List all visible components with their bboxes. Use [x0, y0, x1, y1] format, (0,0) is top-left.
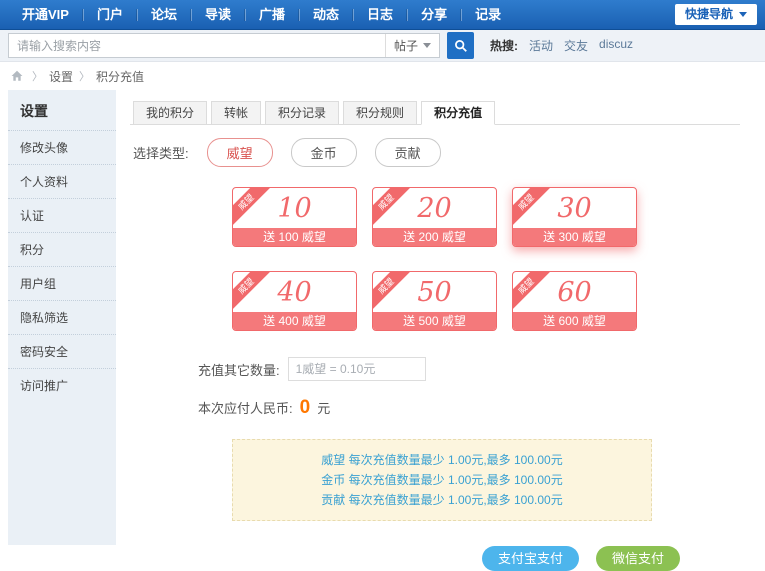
search-input[interactable] — [9, 35, 385, 56]
top-navbar: 开通VIP门户论坛导读广播动态日志分享记录 快捷导航 — [0, 0, 765, 30]
search-icon — [454, 39, 468, 53]
type-pills: 威望金币贡献 — [207, 138, 441, 167]
sidebar-item[interactable]: 访问推广 — [8, 368, 116, 402]
hot-search-link[interactable]: 交友 — [564, 37, 588, 54]
hot-search-label: 热搜: — [490, 37, 518, 54]
other-amount-row: 充值其它数量: — [198, 357, 740, 381]
breadcrumb-item: 〉 设置 — [26, 68, 73, 85]
card-bonus: 送 300 威望 — [513, 228, 636, 247]
tab[interactable]: 积分规则 — [343, 101, 417, 125]
card-bonus: 送 600 威望 — [513, 312, 636, 331]
breadcrumb-item: 〉 积分充值 — [73, 68, 144, 85]
hot-search-link[interactable]: discuz — [599, 37, 633, 54]
main-content: 我的积分转帐积分记录积分规则积分充值 选择类型: 威望金币贡献 威望 10 送 … — [116, 90, 765, 545]
amount-card[interactable]: 威望 50 送 500 威望 — [372, 271, 497, 331]
amount-card[interactable]: 威望 10 送 100 威望 — [232, 187, 357, 247]
quick-nav-button[interactable]: 快捷导航 — [675, 4, 757, 25]
nav-menu-item[interactable]: 论坛 — [137, 0, 191, 30]
search-bar: 帖子 热搜: 活动交友 discuz — [0, 30, 765, 62]
card-bonus: 送 500 威望 — [373, 312, 496, 331]
nav-menu: 开通VIP门户论坛导读广播动态日志分享记录 — [8, 0, 515, 30]
sidebar-item[interactable]: 认证 — [8, 198, 116, 232]
quick-nav-label: 快捷导航 — [685, 4, 733, 25]
nav-menu-item[interactable]: 开通VIP — [8, 0, 83, 30]
hot-search: 热搜: 活动交友 discuz — [490, 37, 633, 54]
recharge-rules-note: 威望 每次充值数量最少 1.00元,最多 100.00元金币 每次充值数量最少 … — [232, 439, 652, 521]
payment-buttons: 支付宝支付 微信支付 — [482, 546, 740, 571]
card-bonus: 送 400 威望 — [233, 312, 356, 331]
nav-menu-item[interactable]: 门户 — [83, 0, 137, 30]
wechat-pay-button[interactable]: 微信支付 — [596, 546, 680, 571]
payable-unit: 元 — [317, 398, 330, 417]
type-pill[interactable]: 威望 — [207, 138, 273, 167]
tab[interactable]: 转帐 — [211, 101, 261, 125]
rule-line: 威望 每次充值数量最少 1.00元,最多 100.00元 — [239, 450, 645, 470]
breadcrumb-separator: 〉 — [79, 68, 90, 84]
payable-amount: 0 — [300, 398, 311, 417]
amount-card[interactable]: 威望 20 送 200 威望 — [372, 187, 497, 247]
breadcrumb-items: 〉 设置 〉 积分充值 — [26, 68, 144, 85]
nav-menu-item[interactable]: 动态 — [299, 0, 353, 30]
payable-label: 本次应付人民币: — [198, 398, 293, 417]
amount-card-grid: 威望 10 送 100 威望 威望 20 送 200 威望 威望 30 送 30… — [232, 187, 637, 331]
sidebar-item[interactable]: 个人资料 — [8, 164, 116, 198]
amount-card[interactable]: 威望 30 送 300 威望 — [512, 187, 637, 247]
amount-card[interactable]: 威望 40 送 400 威望 — [232, 271, 357, 331]
rule-line: 贡献 每次充值数量最少 1.00元,最多 100.00元 — [239, 490, 645, 510]
search-box: 帖子 — [8, 33, 440, 58]
tab[interactable]: 积分记录 — [265, 101, 339, 125]
type-selector-row: 选择类型: 威望金币贡献 — [130, 138, 740, 167]
tab[interactable]: 我的积分 — [133, 101, 207, 125]
card-bonus: 送 100 威望 — [233, 228, 356, 247]
caret-down-icon — [739, 12, 747, 17]
type-selector-label: 选择类型: — [133, 143, 189, 162]
breadcrumb-separator: 〉 — [32, 68, 43, 84]
tab[interactable]: 积分充值 — [421, 101, 495, 125]
sidebar-item[interactable]: 用户组 — [8, 266, 116, 300]
nav-menu-item[interactable]: 导读 — [191, 0, 245, 30]
payable-row: 本次应付人民币: 0 元 — [198, 398, 740, 417]
nav-menu-item[interactable]: 分享 — [407, 0, 461, 30]
card-bonus: 送 200 威望 — [373, 228, 496, 247]
type-pill[interactable]: 贡献 — [375, 138, 441, 167]
search-type-select[interactable]: 帖子 — [385, 34, 439, 57]
nav-menu-item[interactable]: 广播 — [245, 0, 299, 30]
nav-menu-item[interactable]: 日志 — [353, 0, 407, 30]
sidebar-item[interactable]: 密码安全 — [8, 334, 116, 368]
breadcrumb-link[interactable]: 设置 — [49, 68, 73, 85]
rule-line: 金币 每次充值数量最少 1.00元,最多 100.00元 — [239, 470, 645, 490]
hot-search-links: 活动交友 discuz — [529, 37, 633, 54]
other-amount-label: 充值其它数量: — [198, 360, 280, 379]
type-pill[interactable]: 金币 — [291, 138, 357, 167]
sidebar-title: 设置 — [8, 90, 116, 130]
breadcrumb: 〉 设置 〉 积分充值 — [0, 62, 765, 90]
sidebar-item[interactable]: 修改头像 — [8, 130, 116, 164]
alipay-button[interactable]: 支付宝支付 — [482, 546, 579, 571]
settings-sidebar: 设置 修改头像个人资料认证积分用户组隐私筛选密码安全访问推广 — [8, 90, 116, 545]
caret-down-icon — [423, 43, 431, 48]
breadcrumb-link[interactable]: 积分充值 — [96, 68, 144, 85]
hot-search-link[interactable]: 活动 — [529, 37, 553, 54]
home-icon[interactable] — [10, 69, 24, 83]
nav-menu-item[interactable]: 记录 — [461, 0, 515, 30]
sidebar-item[interactable]: 积分 — [8, 232, 116, 266]
sidebar-item[interactable]: 隐私筛选 — [8, 300, 116, 334]
sidebar-menu: 修改头像个人资料认证积分用户组隐私筛选密码安全访问推广 — [8, 130, 116, 402]
search-type-label: 帖子 — [394, 37, 418, 54]
amount-card[interactable]: 威望 60 送 600 威望 — [512, 271, 637, 331]
credit-tabs: 我的积分转帐积分记录积分规则积分充值 — [130, 100, 740, 125]
other-amount-input[interactable] — [288, 357, 426, 381]
search-button[interactable] — [447, 32, 474, 59]
